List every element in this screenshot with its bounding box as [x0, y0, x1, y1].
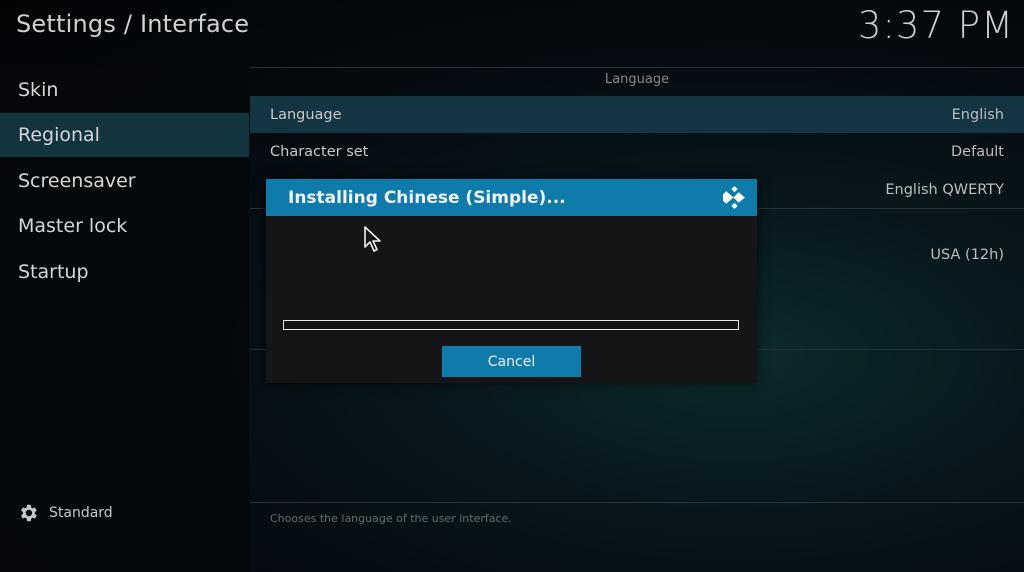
settings-level-label: Standard	[49, 505, 113, 521]
setting-value: English QWERTY	[885, 181, 1004, 198]
cancel-button[interactable]: Cancel	[442, 346, 581, 377]
divider	[250, 502, 1024, 503]
sidebar-item-startup[interactable]: Startup	[0, 250, 249, 294]
sidebar-item-label: Skin	[18, 79, 59, 101]
setting-value: Default	[951, 143, 1004, 160]
sidebar-item-master-lock[interactable]: Master lock	[0, 204, 249, 248]
sidebar: Skin Regional Screensaver Master lock St…	[0, 66, 249, 572]
sidebar-item-label: Screensaver	[18, 170, 136, 192]
dialog-title: Installing Chinese (Simple)...	[288, 187, 566, 208]
sidebar-item-label: Regional	[18, 124, 100, 146]
setting-row-language[interactable]: Language English	[250, 96, 1024, 133]
gear-icon	[21, 504, 37, 522]
settings-level-button[interactable]: Standard	[17, 502, 113, 524]
setting-description: Chooses the language of the user interfa…	[270, 512, 512, 525]
install-progress-dialog: Installing Chinese (Simple)... Cancel	[266, 179, 757, 383]
sidebar-item-label: Master lock	[18, 215, 128, 237]
sidebar-item-skin[interactable]: Skin	[0, 68, 249, 112]
progress-bar	[283, 320, 739, 330]
page-title: Settings / Interface	[16, 10, 250, 38]
clock: 3:37 PM	[857, 4, 1014, 47]
setting-label: Language	[270, 106, 342, 123]
sidebar-item-label: Startup	[18, 261, 89, 283]
divider	[250, 67, 1024, 68]
kodi-logo-icon	[723, 186, 745, 209]
mouse-pointer-icon	[364, 226, 381, 252]
dialog-header: Installing Chinese (Simple)...	[266, 179, 757, 216]
setting-label: Character set	[270, 143, 369, 160]
section-header: Language	[604, 72, 670, 87]
setting-row-character-set[interactable]: Character set Default	[250, 133, 1024, 170]
setting-value: English	[951, 106, 1004, 123]
setting-value: USA (12h)	[930, 246, 1004, 263]
sidebar-item-regional[interactable]: Regional	[0, 113, 249, 157]
sidebar-item-screensaver[interactable]: Screensaver	[0, 159, 249, 203]
